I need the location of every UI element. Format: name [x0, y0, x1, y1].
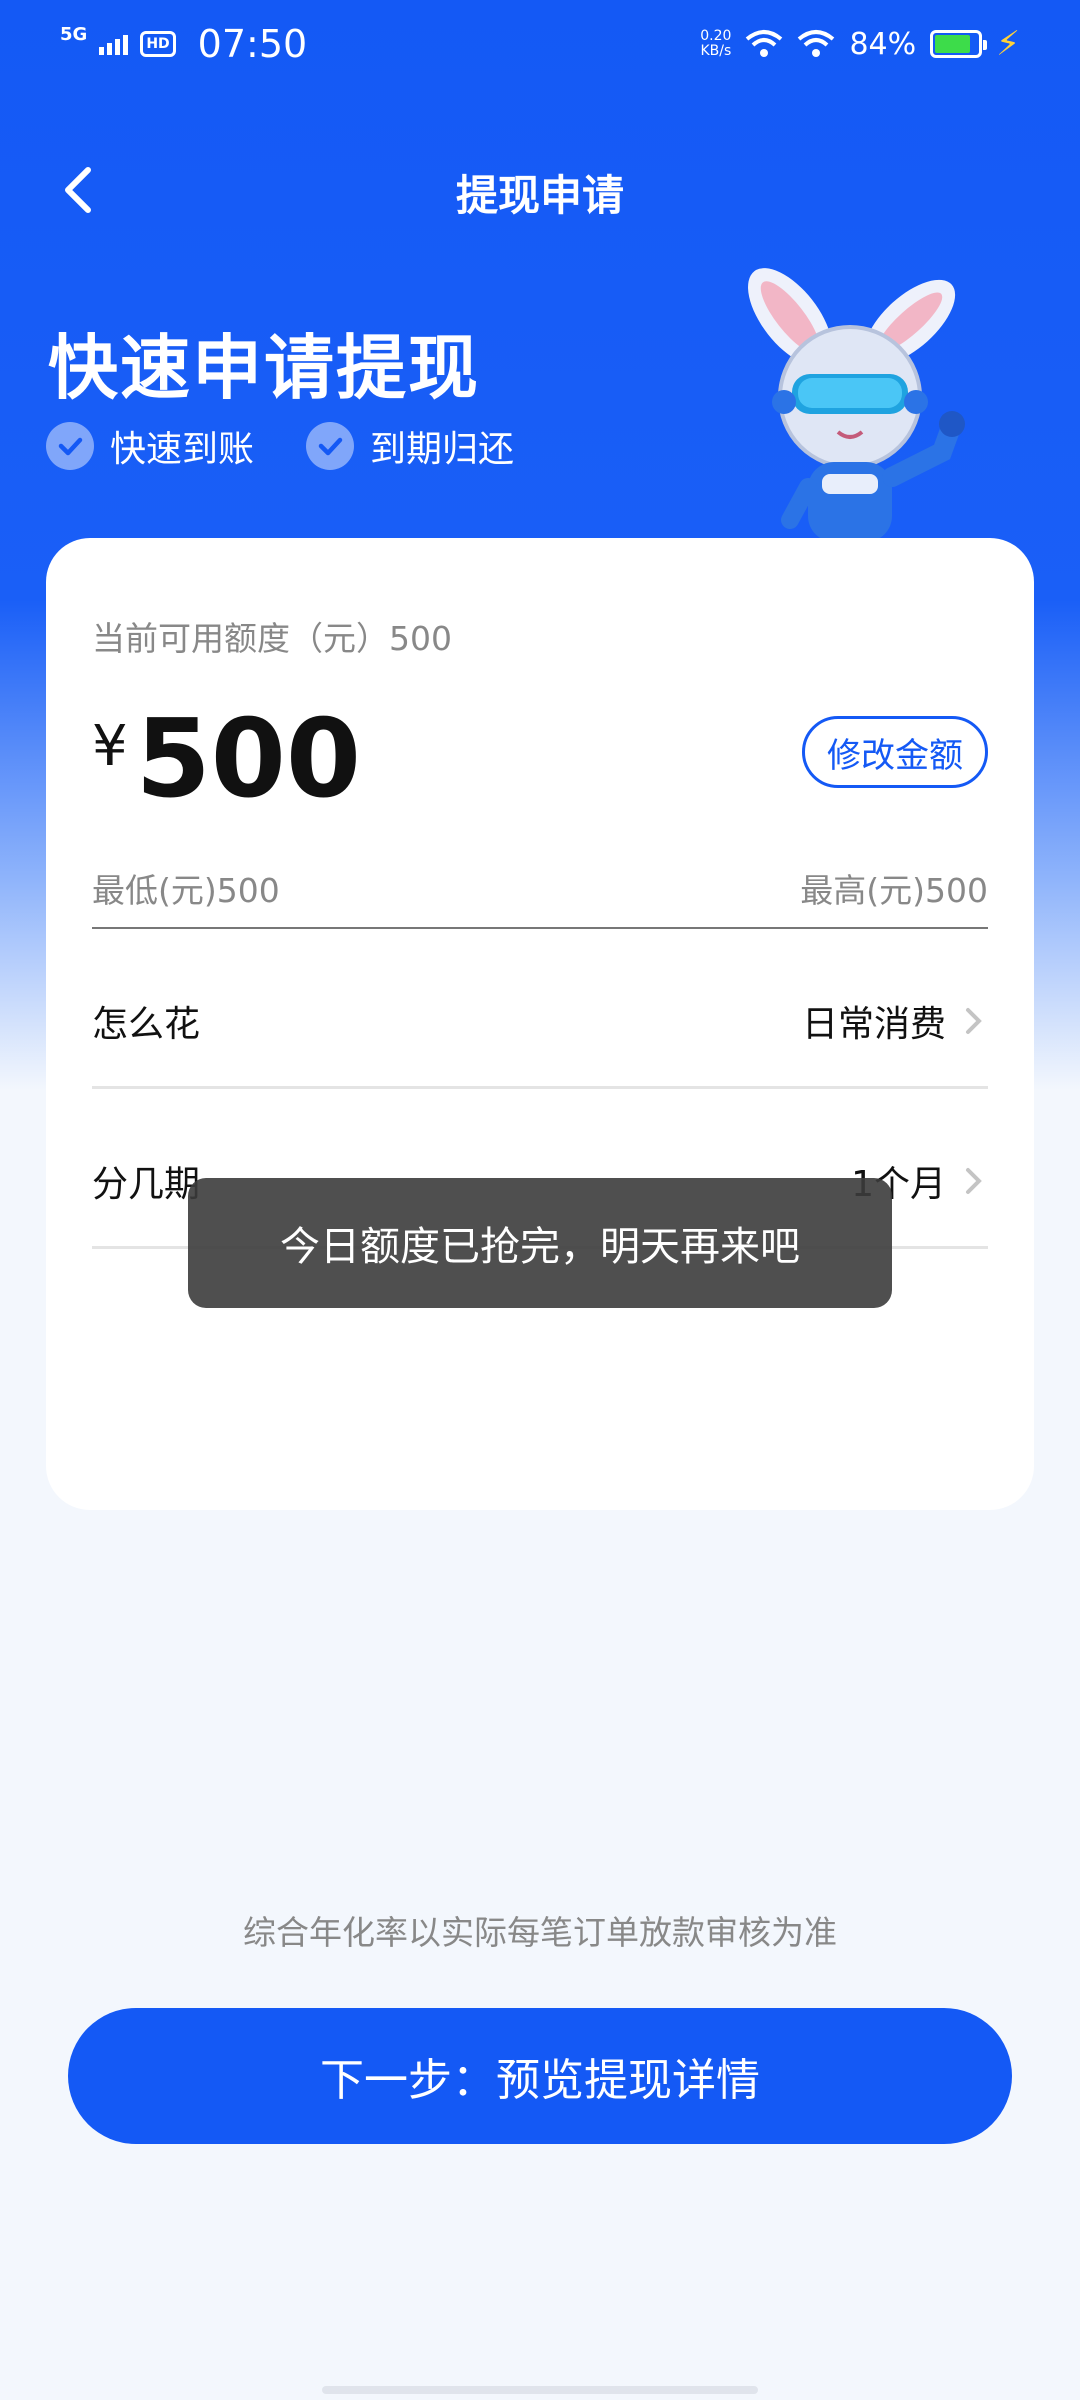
tag-due-return: 到期归还 [306, 420, 514, 472]
status-bar: 5G HD 07:50 0.20 KB/s 84% ⚡ [0, 0, 1080, 88]
usage-label: 怎么花 [92, 1004, 201, 1045]
tag-label: 到期归还 [370, 429, 515, 470]
min-amount-label: 最低(元)500 [92, 871, 280, 910]
battery-percent: 84% [849, 26, 917, 62]
currency-symbol: ¥ [92, 714, 128, 779]
max-amount-label: 最高(元)500 [800, 871, 988, 910]
hd-icon: HD [140, 31, 176, 57]
usage-value-wrap: 日常消费 [802, 995, 988, 1047]
toast-message: 今日额度已抢完，明天再来吧 [188, 1178, 892, 1308]
network-type: 5G [60, 23, 88, 45]
tag-label: 快速到账 [110, 429, 255, 470]
check-icon [46, 422, 94, 470]
rabbit-mascot-illustration [748, 268, 965, 542]
wifi-icon [746, 30, 783, 57]
usage-option-row[interactable]: 怎么花 日常消费 [92, 966, 988, 1076]
hero-tags: 快速到账 到期归还 [46, 420, 514, 472]
battery-icon [930, 30, 988, 58]
check-icon [306, 422, 355, 470]
status-time: 07:50 [197, 22, 308, 66]
modify-amount-button[interactable]: 修改金额 [802, 716, 988, 788]
usage-value: 日常消费 [801, 1004, 946, 1045]
signal-icon [99, 33, 129, 55]
rate-disclaimer: 综合年化率以实际每笔订单放款审核为准 [243, 1913, 837, 1952]
option-divider [92, 1086, 988, 1089]
status-right: 0.20 KB/s 84% ⚡ [700, 24, 1020, 64]
home-indicator[interactable] [322, 2386, 758, 2394]
available-limit-label: 当前可用额度（元）500 [92, 619, 452, 658]
speed-unit: KB/s [700, 43, 732, 59]
chevron-right-icon [966, 1008, 982, 1034]
amount-display: ¥ 500 [92, 700, 361, 820]
network-speed: 0.20 KB/s [700, 29, 731, 59]
chevron-right-icon [966, 1168, 982, 1194]
status-left: 5G HD 07:50 [60, 22, 307, 66]
amount-divider [92, 927, 988, 929]
wifi-icon-secondary [798, 30, 835, 57]
hero-title: 快速申请提现 [48, 327, 480, 409]
amount-range: 最低(元)500 最高(元)500 [92, 864, 988, 912]
withdraw-card: 当前可用额度（元）500 ¥ 500 修改金额 最低(元)500 最高(元)50… [46, 538, 1034, 1510]
charging-icon: ⚡ [996, 24, 1020, 64]
amount-value: 500 [135, 697, 362, 822]
speed-value: 0.20 [700, 28, 732, 44]
next-step-button[interactable]: 下一步：预览提现详情 [68, 2008, 1012, 2144]
page-title: 提现申请 [455, 171, 624, 220]
tag-fast-arrival: 快速到账 [46, 420, 254, 472]
